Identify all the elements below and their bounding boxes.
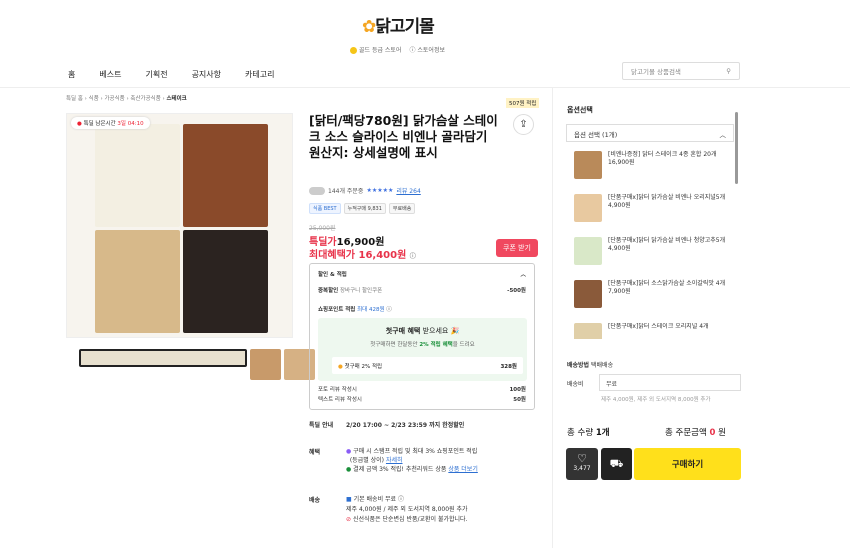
more-products-link[interactable]: 상품 더보기 xyxy=(448,466,478,473)
breadcrumb-item[interactable]: 가공식품 xyxy=(104,96,124,102)
prohibited-icon: ⊘ xyxy=(346,516,352,523)
breadcrumb: 특딜 홈 › 식품 › 가공식품 › 축산가공식품 › 스테이크 xyxy=(66,96,187,102)
avatar xyxy=(309,186,325,195)
first-purchase-card: 첫구매 혜택 받으세요 🎉 첫구매하면 한달동안 2% 적립 혜택을 드려요 ●… xyxy=(318,318,527,381)
points-badge: 507원 적립 xyxy=(506,98,540,108)
product-image[interactable] xyxy=(66,113,293,338)
party-icon: 🎉 xyxy=(450,327,460,335)
nav-promotions[interactable]: 기획전 xyxy=(145,69,167,80)
point-row: 쇼핑포인트 적립 최대 428원 ⓘ xyxy=(318,307,392,313)
detail-link[interactable]: 자세히 xyxy=(386,457,403,464)
breadcrumb-current: 스테이크 xyxy=(166,96,187,102)
search-input[interactable]: 닭고기몰 상품검색 ⚲ xyxy=(622,62,740,80)
share-button[interactable]: ⇪ xyxy=(513,114,534,135)
breadcrumb-item[interactable]: 축산가공식품 xyxy=(130,96,160,102)
nav-home[interactable]: 홈 xyxy=(68,69,75,80)
cart-button[interactable]: ⛟ xyxy=(601,448,632,480)
tag-list: 식품 BEST 누적구매 9,831 무료배송 xyxy=(309,203,416,214)
option-item[interactable]: [비엔나증정] 닭터 스테이크 4종 혼합 20개 16,900원 xyxy=(574,151,730,179)
option-thumb xyxy=(574,280,602,308)
discount-box: 할인 & 적립 ︿ 중복할인 장바구니 할인쿠폰 -500원 쇼핑포인트 적립 최대… xyxy=(309,263,535,410)
header-divider xyxy=(0,87,850,88)
buy-button[interactable]: 구매하기 xyxy=(634,448,741,480)
total-price: 총 주문금액 0 원 xyxy=(665,428,726,438)
thumbnail[interactable] xyxy=(79,349,247,367)
discount-header[interactable]: 할인 & 적립 ︿ xyxy=(318,270,526,278)
nav-best[interactable]: 베스트 xyxy=(99,69,121,80)
chevron-up-icon: ︿ xyxy=(719,131,727,139)
first-purchase-item: ● 첫구매 2% 적립 328원 xyxy=(332,357,523,374)
shipping-info: 배송 ■ 기본 배송비 무료 ⓘ 제주 4,000원 / 제주 외 도서지역 8… xyxy=(309,496,468,523)
option-item[interactable]: [단품구매x]닭터 스테이크 오리지널 4개 xyxy=(574,323,730,339)
tag: 식품 BEST xyxy=(309,203,341,214)
package-image xyxy=(183,124,268,227)
package-image xyxy=(95,230,180,333)
timer-badge: ● 특딜 남은시간 3일 04:10 xyxy=(71,117,150,129)
breadcrumb-item[interactable]: 특딜 홈 xyxy=(66,96,83,102)
option-thumb xyxy=(574,194,602,222)
cart-icon: ⛟ xyxy=(609,456,624,470)
heart-icon: ♡ xyxy=(577,452,587,465)
max-benefit-price: 최대혜택가 16,400원 ⓘ xyxy=(309,250,416,261)
option-scrollbar[interactable] xyxy=(735,112,738,184)
stamp-icon: ● xyxy=(346,448,352,455)
nav-notice[interactable]: 공지사항 xyxy=(192,69,221,80)
dup-discount-row: 중복할인 장바구니 할인쿠폰 -500원 xyxy=(318,288,526,294)
review-link[interactable]: 리뷰 264 xyxy=(396,186,420,195)
store-logo[interactable]: ✿닭고기몰 xyxy=(362,12,435,37)
photo-review-row: 포토 리뷰 작성시 100원 xyxy=(318,387,526,393)
share-icon: ⇪ xyxy=(519,119,528,130)
deal-info: 특딜 안내 2/20 17:00 ~ 2/23 23:59 까지 한정할인 xyxy=(309,422,465,429)
rating-stars: ★★★★★ xyxy=(366,187,394,194)
option-thumb xyxy=(574,323,602,339)
delivery-fee-label: 배송비 xyxy=(567,381,584,388)
option-item[interactable]: [단품구매x]닭터 소스닭가슴살 소이갈릭맛 4개 7,900원 xyxy=(574,280,730,308)
gold-grade-icon xyxy=(350,47,357,54)
grade-badge: 골드 등급 스토어 xyxy=(350,45,401,54)
total-quantity: 총 수량 1개 xyxy=(567,428,610,438)
option-thumb xyxy=(574,151,602,179)
option-thumb xyxy=(574,237,602,265)
search-icon[interactable]: ⚲ xyxy=(726,67,731,75)
tag: 무료배송 xyxy=(388,203,416,214)
store-meta: 골드 등급 스토어 ⓘ 스토어정보 xyxy=(350,45,445,54)
truck-icon: ■ xyxy=(346,496,352,503)
like-button[interactable]: ♡ 3,477 xyxy=(566,448,598,480)
tag: 누적구매 9,831 xyxy=(343,203,386,214)
original-price: 25,000원 xyxy=(309,225,336,232)
delivery-extra: 제주 4,000원, 제주 외 도서지역 8,000원 추가 xyxy=(601,397,711,403)
option-item[interactable]: [단품구매x]닭터 닭가슴살 비엔나 오리지널5개 4,900원 xyxy=(574,194,730,222)
nav-category[interactable]: 카테고리 xyxy=(245,69,274,80)
main-nav: 홈 베스트 기획전 공지사항 카테고리 xyxy=(68,69,274,80)
clock-icon: ● xyxy=(77,121,82,127)
thumbnail[interactable] xyxy=(250,349,281,380)
option-select[interactable]: 옵션 선택 (1개) ︿ xyxy=(566,124,734,142)
panel-divider xyxy=(552,88,553,548)
benefit-info: 혜택 ● 구매 시 스탬프 적립 및 최대 3% 쇼핑포인트 적립 (등급별 상… xyxy=(309,448,478,473)
package-image xyxy=(95,124,180,227)
package-image xyxy=(183,230,268,333)
reward-icon: ● xyxy=(346,466,352,473)
delivery-fee-field: 무료 xyxy=(599,374,741,391)
chevron-up-icon[interactable]: ︿ xyxy=(520,270,526,278)
coin-icon: ● xyxy=(338,363,343,370)
option-title: 옵션선택 xyxy=(567,106,593,114)
store-info-link[interactable]: ⓘ 스토어정보 xyxy=(409,45,445,54)
review-summary: 144개 주문중 ★★★★★ 리뷰 264 xyxy=(309,186,421,195)
breadcrumb-item[interactable]: 식품 xyxy=(89,96,99,102)
option-item[interactable]: [단품구매x]닭터 닭가슴살 비엔나 청양고추5개 4,900원 xyxy=(574,237,730,265)
info-icon[interactable]: ⓘ xyxy=(410,253,416,260)
delivery-method: 배송방법 택배배송 xyxy=(567,362,614,369)
product-title: [닭터/팩당780원] 닭가슴살 스테이크 소스 슬라이스 비엔나 골라담기 원산… xyxy=(309,113,498,160)
text-review-row: 텍스트 리뷰 작성시 50원 xyxy=(318,397,526,403)
coupon-button[interactable]: 쿠폰 받기 xyxy=(496,239,538,257)
